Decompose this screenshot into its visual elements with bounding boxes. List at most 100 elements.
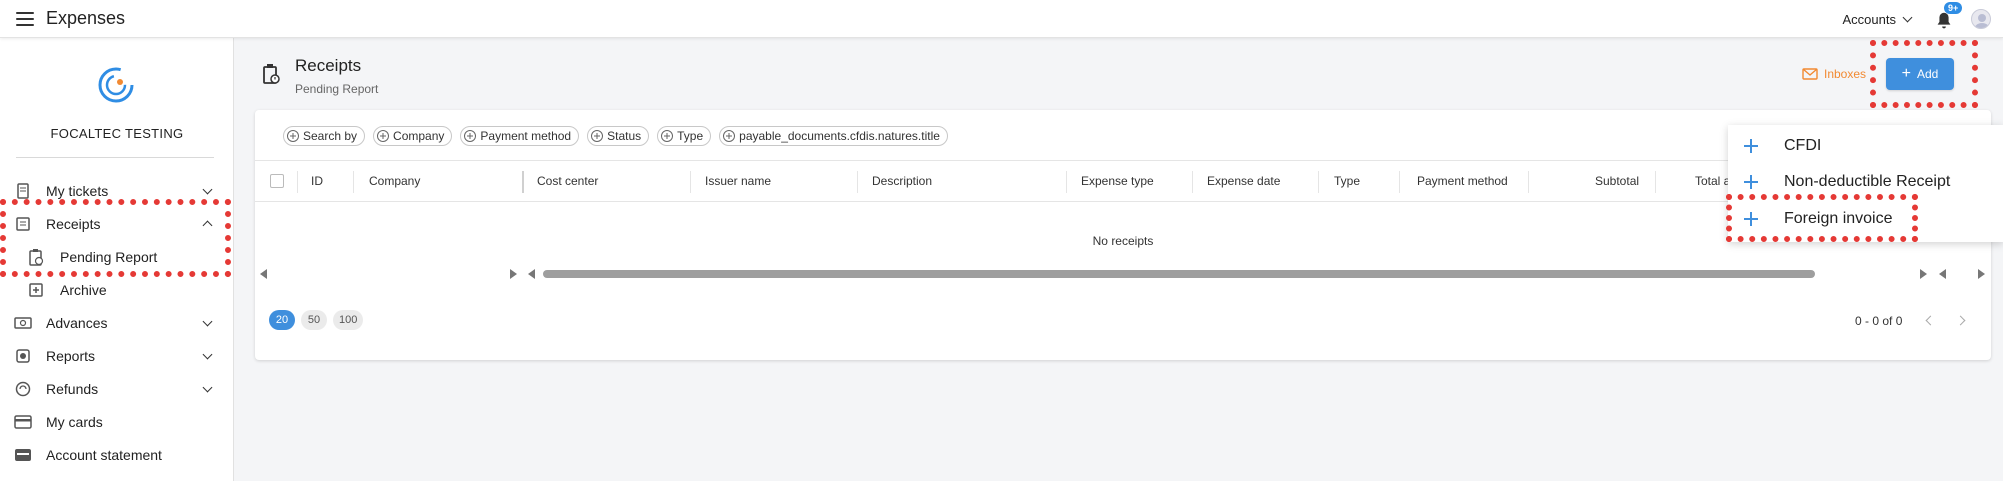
sidebar-item-my-tickets[interactable]: My tickets bbox=[0, 178, 234, 204]
notifications-button[interactable]: 9+ bbox=[1933, 2, 1963, 31]
mail-icon bbox=[1802, 68, 1818, 80]
previous-page-chevron-icon[interactable] bbox=[1925, 315, 1936, 326]
column-divider bbox=[1318, 171, 1319, 193]
add-button[interactable]: + Add bbox=[1886, 58, 1954, 90]
chevron-down-icon bbox=[202, 349, 213, 360]
refund-icon bbox=[14, 380, 32, 398]
ticket-icon bbox=[14, 182, 32, 200]
column-header-subtotal[interactable]: Subtotal bbox=[1595, 174, 1639, 188]
sidebar-item-label: Advances bbox=[46, 315, 108, 331]
chevron-down-icon bbox=[202, 316, 213, 327]
column-header-description[interactable]: Description bbox=[872, 174, 932, 188]
next-page-chevron-icon[interactable] bbox=[1955, 315, 1966, 326]
inboxes-label: Inboxes bbox=[1824, 67, 1867, 81]
chip-label: Type bbox=[677, 129, 704, 143]
filter-chip-search-by[interactable]: Search by bbox=[283, 126, 366, 146]
filter-chip-status[interactable]: Status bbox=[587, 126, 650, 146]
scroll-left-arrow-icon[interactable] bbox=[528, 269, 535, 279]
credit-card-icon bbox=[14, 413, 32, 431]
scroll-left-arrow-icon[interactable] bbox=[260, 269, 267, 279]
column-divider bbox=[353, 171, 354, 193]
user-icon bbox=[1974, 14, 1990, 28]
column-header-total[interactable]: Total a bbox=[1695, 174, 1730, 188]
company-logo-icon bbox=[98, 67, 134, 103]
scroll-right-arrow-icon[interactable] bbox=[1920, 269, 1927, 279]
sidebar-item-receipts[interactable]: Receipts bbox=[0, 211, 234, 237]
add-menu: CFDI Non-deductible Receipt Foreign invo… bbox=[1728, 125, 2003, 242]
column-header-cost-center[interactable]: Cost center bbox=[537, 174, 598, 188]
column-divider bbox=[690, 171, 691, 193]
sidebar-item-label: My cards bbox=[46, 414, 103, 430]
pagination-range: 0 - 0 of 0 bbox=[1855, 314, 1903, 328]
column-divider bbox=[1192, 171, 1193, 193]
menu-item-label: Foreign invoice bbox=[1784, 210, 1893, 227]
filter-chip-company[interactable]: Company bbox=[373, 126, 453, 146]
cash-icon bbox=[14, 314, 32, 332]
sidebar-item-my-cards[interactable]: My cards bbox=[0, 409, 234, 435]
accounts-label: Accounts bbox=[1842, 11, 1896, 27]
company-name: FOCALTEC TESTING bbox=[50, 126, 184, 141]
add-circle-icon bbox=[464, 130, 477, 142]
filter-chip-payment-method[interactable]: Payment method bbox=[460, 126, 580, 146]
chevron-down-icon bbox=[202, 184, 213, 195]
accounts-dropdown[interactable]: Accounts bbox=[1842, 11, 1913, 27]
filter-chip-type[interactable]: Type bbox=[657, 126, 712, 146]
add-label: Add bbox=[1916, 67, 1939, 81]
page-title: Receipts bbox=[295, 56, 362, 75]
column-header-issuer-name[interactable]: Issuer name bbox=[705, 174, 771, 188]
sidebar-item-label: Reports bbox=[46, 348, 96, 364]
page-size-100[interactable]: 100 bbox=[333, 310, 364, 330]
column-divider bbox=[1399, 171, 1400, 193]
chip-label: Company bbox=[393, 129, 445, 143]
sidebar-divider bbox=[16, 157, 214, 158]
scroll-right-arrow-icon[interactable] bbox=[1978, 269, 1985, 279]
column-divider bbox=[297, 171, 298, 193]
column-header-company[interactable]: Company bbox=[369, 174, 420, 188]
select-all-checkbox[interactable] bbox=[270, 174, 284, 188]
page-size-50[interactable]: 50 bbox=[301, 310, 327, 330]
archive-icon bbox=[28, 281, 44, 299]
add-menu-item-non-deductible-receipt[interactable]: Non-deductible Receipt bbox=[1728, 165, 2003, 199]
add-circle-icon bbox=[287, 130, 299, 142]
sidebar-item-advances[interactable]: Advances bbox=[0, 310, 234, 336]
hamburger-menu-icon[interactable] bbox=[16, 11, 34, 26]
sidebar-item-label: Account statement bbox=[46, 447, 162, 463]
sidebar-item-archive[interactable]: Archive bbox=[0, 277, 234, 303]
plus-icon: + bbox=[1901, 65, 1911, 82]
add-circle-icon bbox=[377, 130, 390, 142]
filter-chip-natures-title[interactable]: payable_documents.cfdis.natures.title bbox=[719, 126, 948, 146]
column-header-id[interactable]: ID bbox=[311, 174, 323, 188]
sidebar-item-reports[interactable]: Reports bbox=[0, 343, 234, 369]
column-divider bbox=[1655, 171, 1656, 193]
horizontal-scrollbar-thumb[interactable] bbox=[543, 270, 1815, 278]
plus-icon bbox=[1744, 139, 1758, 153]
horizontal-scrollbars bbox=[255, 267, 1991, 281]
sidebar-item-account-statement[interactable]: Account statement bbox=[0, 442, 234, 468]
menu-item-label: CFDI bbox=[1784, 137, 1822, 154]
add-menu-item-cfdi[interactable]: CFDI bbox=[1728, 129, 2003, 163]
column-header-expense-type[interactable]: Expense type bbox=[1081, 174, 1154, 188]
column-header-payment-method[interactable]: Payment method bbox=[1417, 174, 1508, 188]
statement-icon bbox=[14, 446, 32, 464]
column-divider bbox=[857, 171, 858, 193]
chip-label: Status bbox=[607, 129, 642, 143]
notifications-badge: 9+ bbox=[1944, 2, 1963, 14]
scroll-left-arrow-icon[interactable] bbox=[1939, 269, 1946, 279]
sidebar-item-refunds[interactable]: Refunds bbox=[0, 376, 234, 402]
column-header-type[interactable]: Type bbox=[1334, 174, 1360, 188]
scroll-right-arrow-icon[interactable] bbox=[510, 269, 517, 279]
sidebar-item-label: Receipts bbox=[46, 216, 101, 232]
sidebar-item-label: Pending Report bbox=[60, 249, 158, 265]
chip-label: payable_documents.cfdis.natures.title bbox=[739, 129, 940, 143]
page-size-20[interactable]: 20 bbox=[269, 310, 295, 330]
page-size-selector: 20 50 100 bbox=[269, 310, 364, 330]
inboxes-button[interactable]: Inboxes bbox=[1802, 67, 1866, 81]
report-icon bbox=[14, 347, 32, 365]
sidebar-item-pending-report[interactable]: Pending Report bbox=[0, 244, 234, 270]
add-menu-item-foreign-invoice[interactable]: Foreign invoice bbox=[1728, 202, 2003, 236]
receipt-icon bbox=[14, 215, 32, 233]
clipboard-clock-icon bbox=[28, 248, 44, 266]
column-header-expense-date[interactable]: Expense date bbox=[1207, 174, 1280, 188]
user-avatar[interactable] bbox=[1971, 9, 1991, 29]
chevron-down-icon bbox=[1902, 12, 1913, 23]
